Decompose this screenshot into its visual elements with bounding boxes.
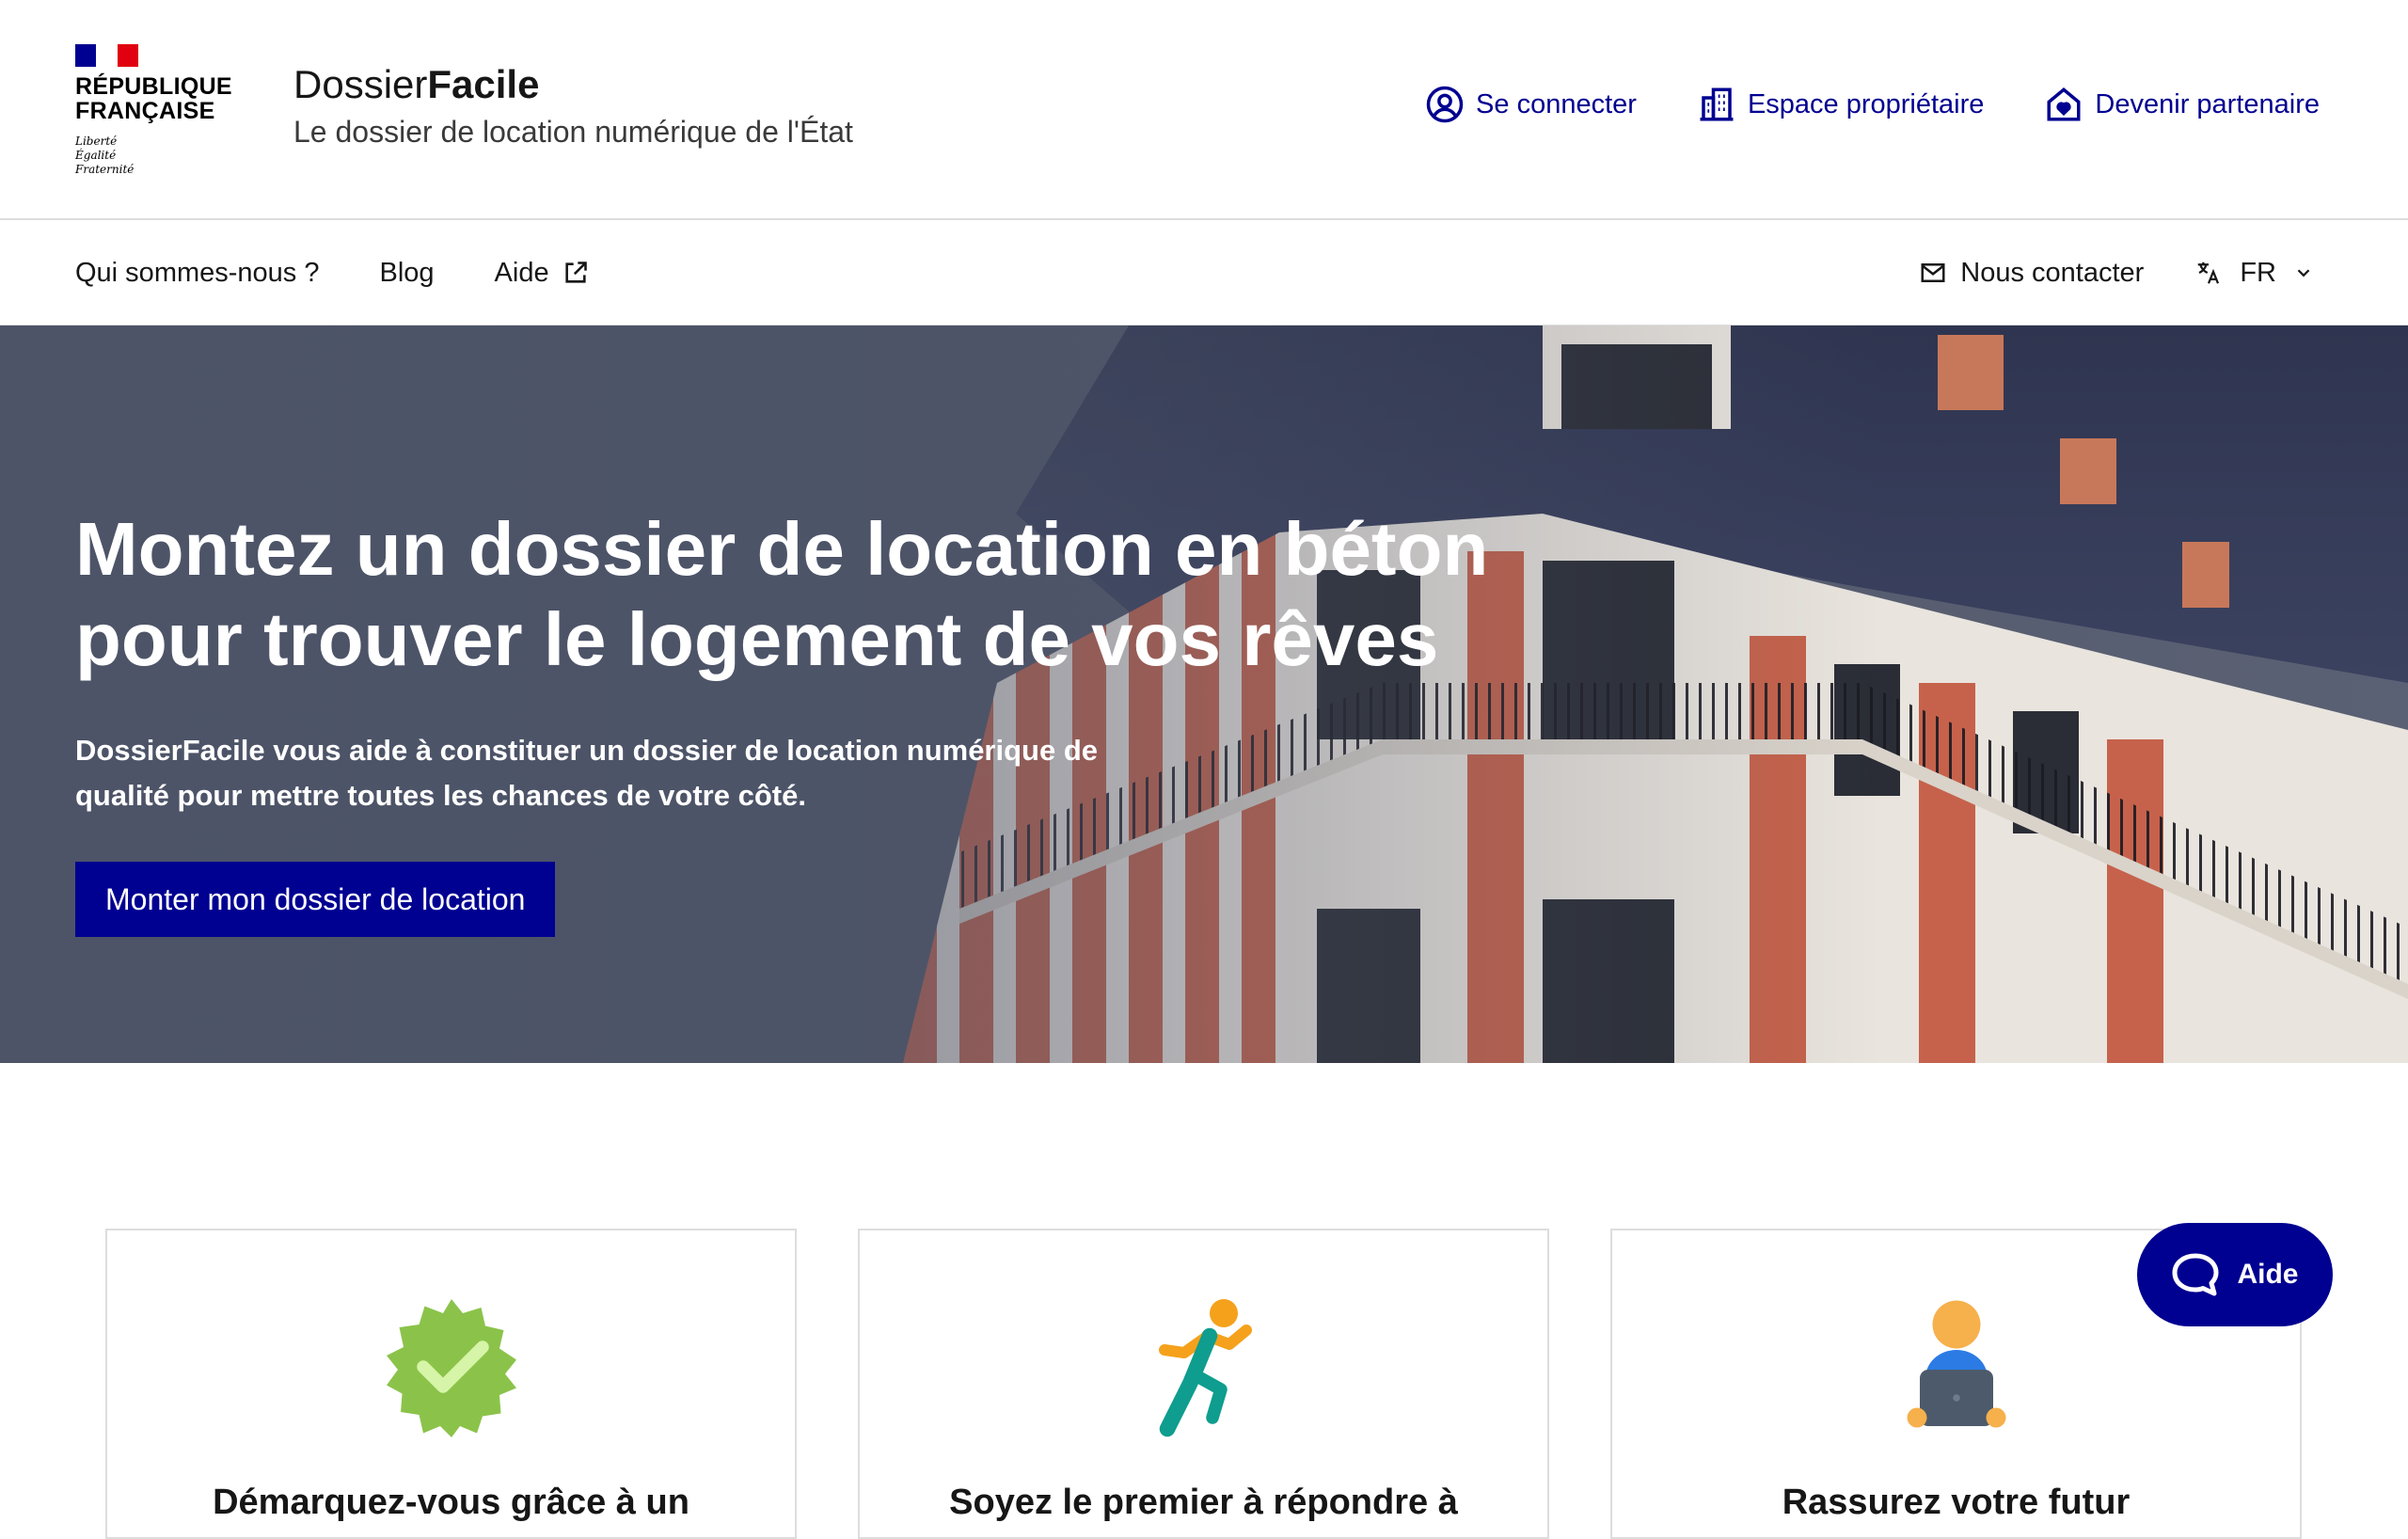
person-laptop-icon xyxy=(1907,1300,2005,1428)
build-file-button[interactable]: Monter mon dossier de location xyxy=(75,862,556,937)
contact-link[interactable]: Nous contacter xyxy=(1919,258,2144,289)
partner-label: Devenir partenaire xyxy=(2095,88,2320,119)
republique-francaise-logo[interactable]: RÉPUBLIQUE FRANÇAISE Liberté Égalité Fra… xyxy=(75,44,263,177)
help-label: Aide xyxy=(2237,1259,2299,1290)
header-tools: Se connecter Espace propriétaire Devenir… xyxy=(1425,85,2320,124)
chat-bubble-icon xyxy=(2172,1253,2219,1296)
chevron-down-icon xyxy=(2297,269,2310,278)
hero-title: Montez un dossier de location en béton p… xyxy=(75,507,1489,681)
card-title: Soyez le premier à répondre à xyxy=(949,1483,1458,1522)
partner-link[interactable]: Devenir partenaire xyxy=(2044,85,2320,124)
user-circle-icon xyxy=(1426,86,1464,123)
verified-badge-icon xyxy=(386,1299,516,1437)
hero-content: Montez un dossier de location en béton p… xyxy=(75,504,1674,937)
hero-description: DossierFacile vous aide à constituer un … xyxy=(75,734,1099,812)
building-icon xyxy=(1700,87,1734,121)
translate-icon xyxy=(2198,262,2220,284)
card-title: Démarquez-vous grâce à un xyxy=(213,1483,689,1522)
owner-space-label: Espace propriétaire xyxy=(1747,88,1985,119)
hero-section: Montez un dossier de location en béton p… xyxy=(0,325,2408,1063)
site-header: RÉPUBLIQUE FRANÇAISE Liberté Égalité Fra… xyxy=(0,0,2408,220)
mail-icon xyxy=(1921,263,1945,282)
republique-francaise-text: RÉPUBLIQUE FRANÇAISE xyxy=(75,73,232,124)
nav-item-about[interactable]: Qui sommes-nous ? xyxy=(75,258,320,289)
nav-item-blog[interactable]: Blog xyxy=(380,258,435,289)
main-navigation: Qui sommes-nous ? Blog Aide Nous contact… xyxy=(0,220,2408,325)
home-heart-icon xyxy=(2047,87,2081,121)
service-tagline: Le dossier de location numérique de l'Ét… xyxy=(293,115,853,149)
external-link-icon xyxy=(564,262,587,283)
login-link[interactable]: Se connecter xyxy=(1425,85,1637,124)
french-flag-icon xyxy=(75,44,138,67)
owner-space-link[interactable]: Espace propriétaire xyxy=(1697,85,1984,124)
service-brand[interactable]: DossierFacile Le dossier de location num… xyxy=(293,60,853,152)
language-code: FR xyxy=(2240,257,2276,288)
republic-motto: Liberté Égalité Fraternité xyxy=(75,135,135,176)
running-person-icon xyxy=(1158,1299,1252,1437)
nav-item-help[interactable]: Aide xyxy=(495,258,589,289)
login-label: Se connecter xyxy=(1476,88,1637,119)
feature-card-standout: Démarquez-vous grâce à un xyxy=(105,1229,797,1539)
feature-card-first: Soyez le premier à répondre à xyxy=(858,1229,1549,1539)
help-chat-button[interactable]: Aide xyxy=(2137,1223,2333,1326)
language-selector[interactable]: FR xyxy=(2194,258,2314,289)
service-title: DossierFacile xyxy=(293,62,540,106)
card-title: Rassurez votre futur xyxy=(1782,1483,2131,1522)
